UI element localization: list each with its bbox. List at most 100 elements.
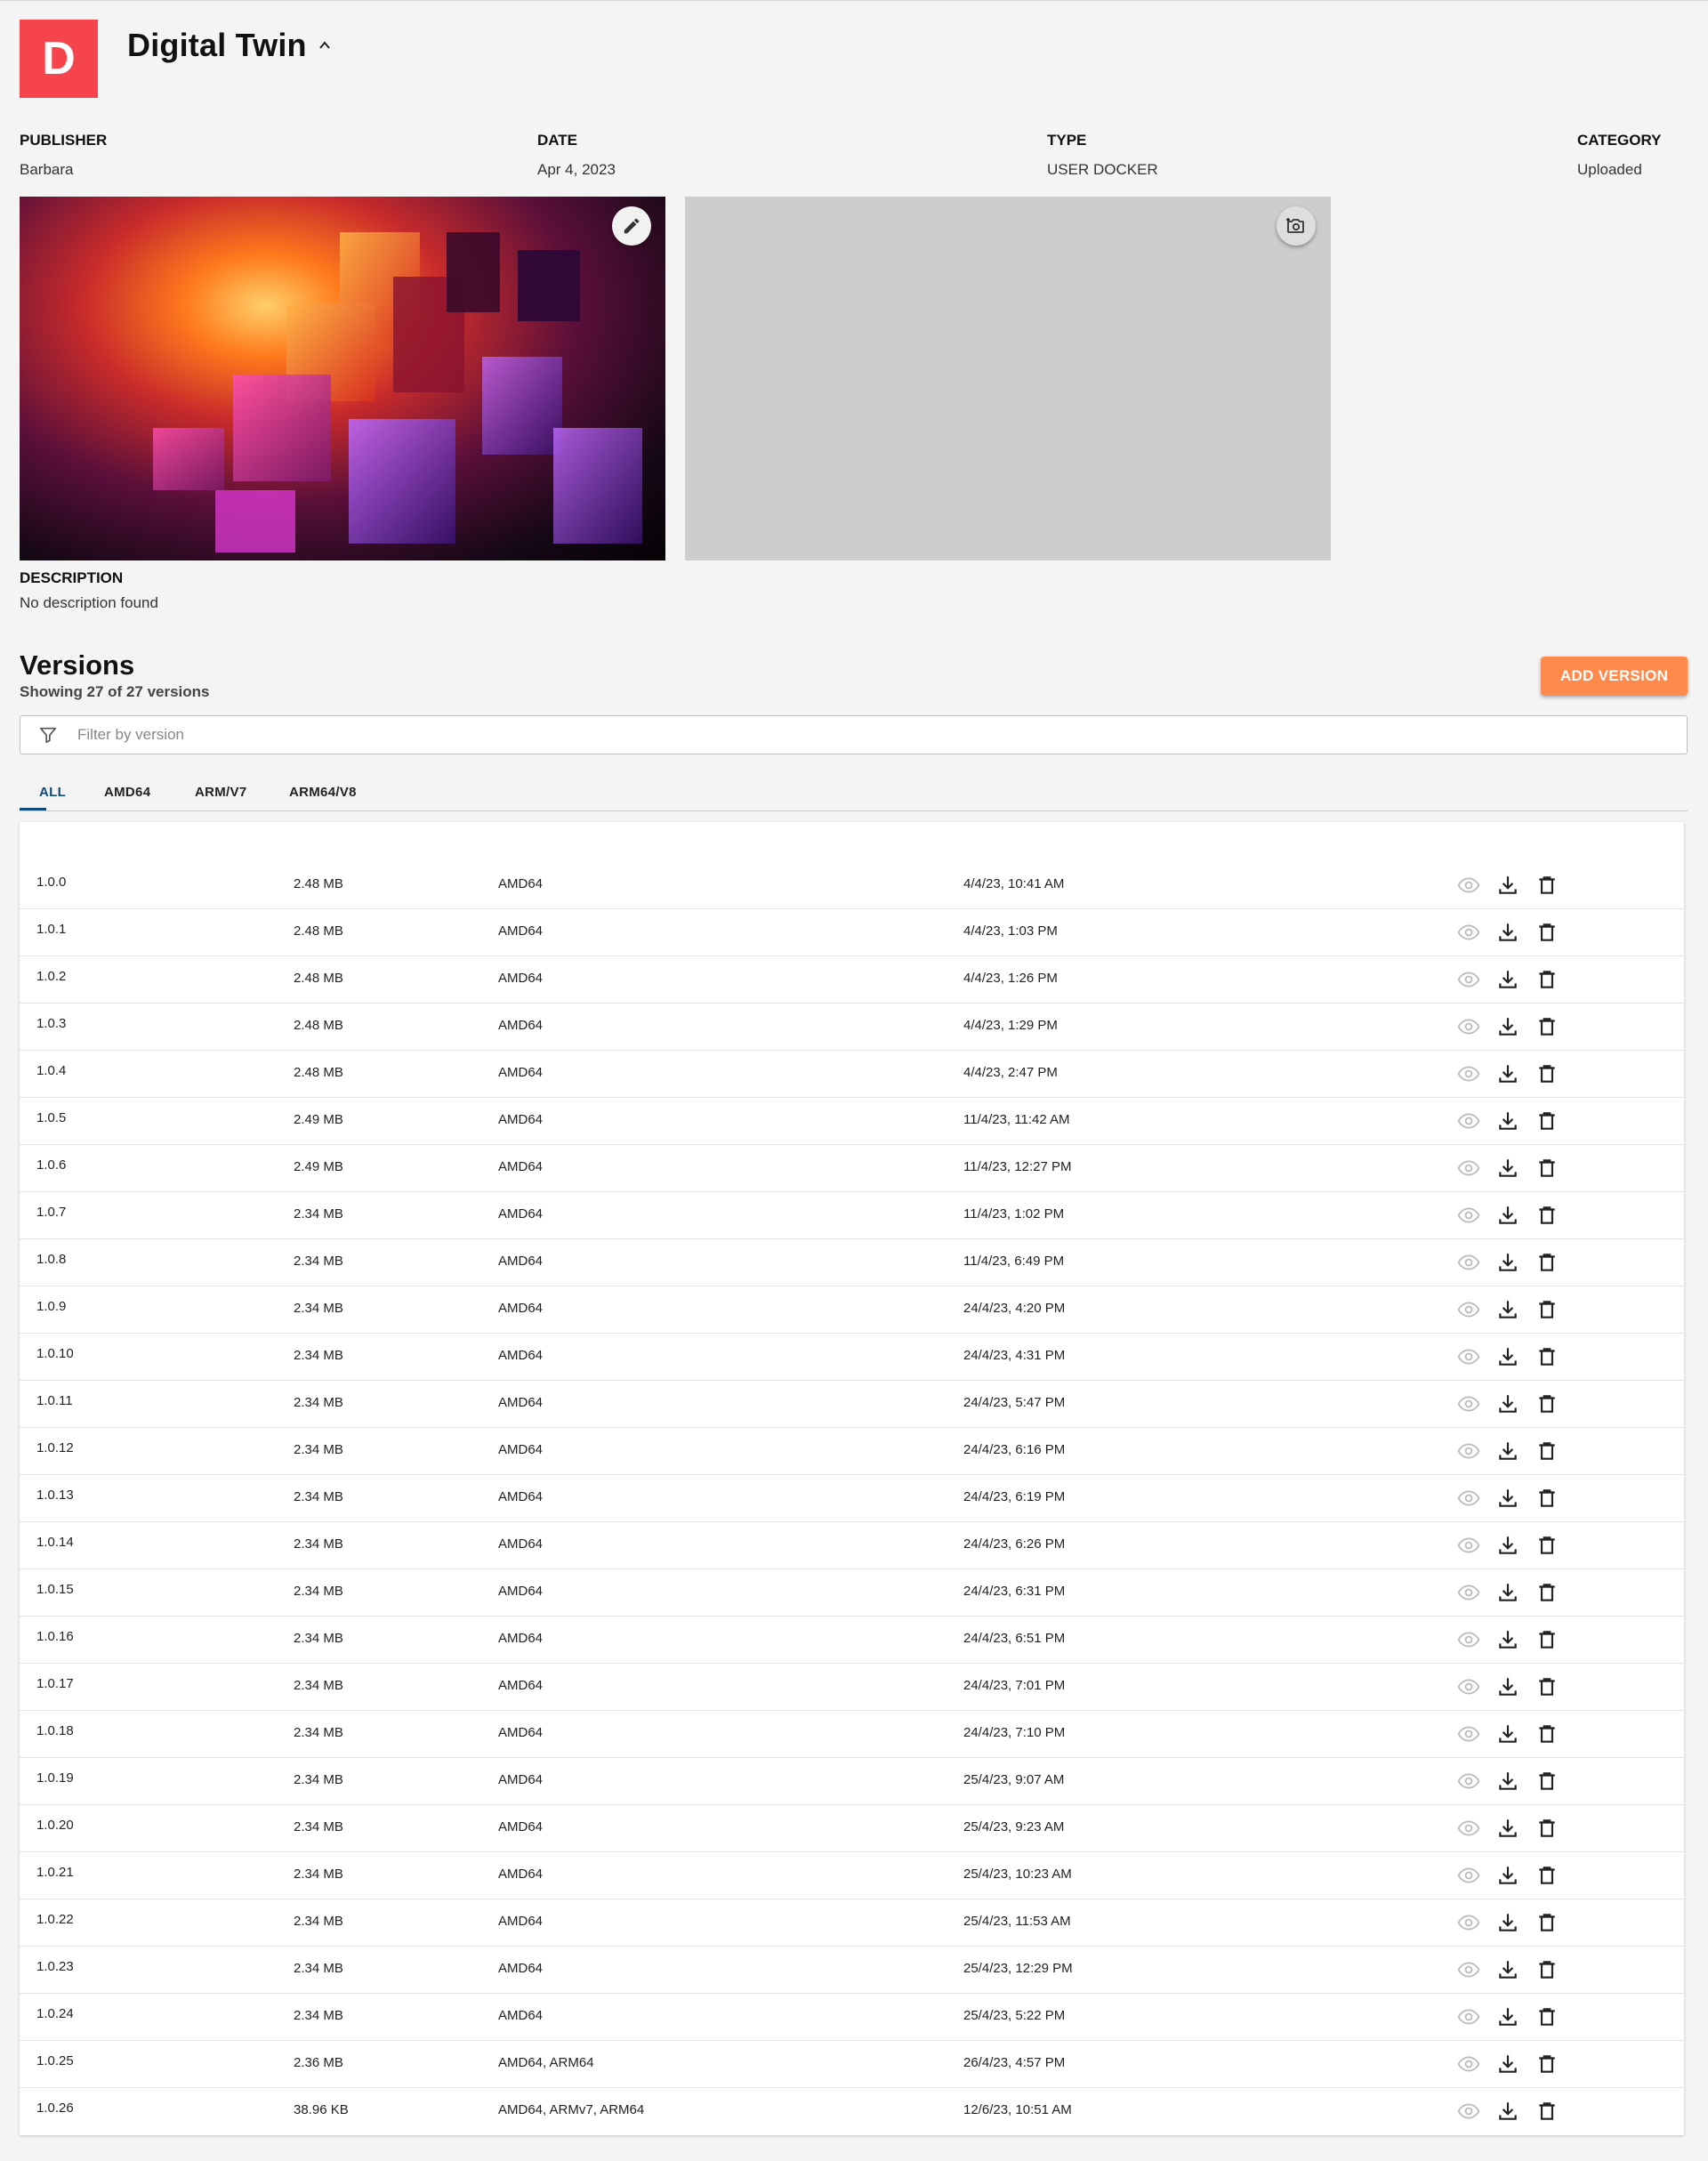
download-icon[interactable] bbox=[1496, 1675, 1519, 1698]
trash-icon[interactable] bbox=[1535, 1581, 1559, 1604]
trash-icon[interactable] bbox=[1535, 2052, 1559, 2076]
trash-icon[interactable] bbox=[1535, 1958, 1559, 1981]
add-image-button[interactable] bbox=[1277, 206, 1316, 246]
download-icon[interactable] bbox=[1496, 1911, 1519, 1934]
trash-icon[interactable] bbox=[1535, 2005, 1559, 2028]
version-cell: 1.0.16 bbox=[36, 1629, 74, 1644]
trash-icon[interactable] bbox=[1535, 1770, 1559, 1793]
type-label: TYPE bbox=[1047, 132, 1087, 149]
eye-icon[interactable] bbox=[1457, 1345, 1480, 1368]
eye-icon[interactable] bbox=[1457, 874, 1480, 897]
eye-icon[interactable] bbox=[1457, 1817, 1480, 1840]
eye-icon[interactable] bbox=[1457, 1392, 1480, 1415]
add-version-button[interactable]: ADD VERSION bbox=[1541, 657, 1688, 696]
download-icon[interactable] bbox=[1496, 1439, 1519, 1463]
eye-icon[interactable] bbox=[1457, 2100, 1480, 2123]
trash-icon[interactable] bbox=[1535, 2100, 1559, 2123]
eye-icon[interactable] bbox=[1457, 1109, 1480, 1133]
trash-icon[interactable] bbox=[1535, 1298, 1559, 1321]
download-icon[interactable] bbox=[1496, 921, 1519, 944]
download-icon[interactable] bbox=[1496, 1817, 1519, 1840]
date-cell: 26/4/23, 4:57 PM bbox=[963, 2055, 1066, 2070]
eye-icon[interactable] bbox=[1457, 1864, 1480, 1887]
version-cell: 1.0.11 bbox=[36, 1393, 73, 1408]
download-icon[interactable] bbox=[1496, 1392, 1519, 1415]
tab-arm-v7[interactable]: ARM/V7 bbox=[195, 785, 246, 800]
tab-amd64[interactable]: AMD64 bbox=[104, 785, 150, 800]
eye-icon[interactable] bbox=[1457, 1958, 1480, 1981]
download-icon[interactable] bbox=[1496, 1251, 1519, 1274]
eye-icon[interactable] bbox=[1457, 1015, 1480, 1038]
table-row: 1.0.10 2.34 MB AMD64 24/4/23, 4:31 PM bbox=[20, 1334, 1684, 1381]
download-icon[interactable] bbox=[1496, 1581, 1519, 1604]
trash-icon[interactable] bbox=[1535, 1817, 1559, 1840]
tab-all[interactable]: ALL bbox=[39, 785, 66, 800]
download-icon[interactable] bbox=[1496, 1157, 1519, 1180]
trash-icon[interactable] bbox=[1535, 1439, 1559, 1463]
eye-icon[interactable] bbox=[1457, 1722, 1480, 1746]
eye-icon[interactable] bbox=[1457, 1675, 1480, 1698]
eye-icon[interactable] bbox=[1457, 1298, 1480, 1321]
eye-icon[interactable] bbox=[1457, 968, 1480, 991]
eye-icon[interactable] bbox=[1457, 1770, 1480, 1793]
download-icon[interactable] bbox=[1496, 2005, 1519, 2028]
trash-icon[interactable] bbox=[1535, 1675, 1559, 1698]
eye-icon[interactable] bbox=[1457, 1062, 1480, 1085]
trash-icon[interactable] bbox=[1535, 1062, 1559, 1085]
eye-icon[interactable] bbox=[1457, 1251, 1480, 1274]
download-icon[interactable] bbox=[1496, 1062, 1519, 1085]
download-icon[interactable] bbox=[1496, 1722, 1519, 1746]
download-icon[interactable] bbox=[1496, 1015, 1519, 1038]
chevron-up-icon[interactable] bbox=[318, 39, 331, 52]
trash-icon[interactable] bbox=[1535, 1392, 1559, 1415]
architecture-cell: AMD64 bbox=[498, 1112, 544, 1127]
eye-icon[interactable] bbox=[1457, 2052, 1480, 2076]
eye-icon[interactable] bbox=[1457, 1628, 1480, 1651]
eye-icon[interactable] bbox=[1457, 1911, 1480, 1934]
eye-icon[interactable] bbox=[1457, 2005, 1480, 2028]
size-cell: 2.48 MB bbox=[294, 1018, 343, 1033]
download-icon[interactable] bbox=[1496, 1958, 1519, 1981]
trash-icon[interactable] bbox=[1535, 874, 1559, 897]
download-icon[interactable] bbox=[1496, 2052, 1519, 2076]
filter-input[interactable] bbox=[77, 726, 1590, 744]
eye-icon[interactable] bbox=[1457, 1157, 1480, 1180]
eye-icon[interactable] bbox=[1457, 1581, 1480, 1604]
download-icon[interactable] bbox=[1496, 968, 1519, 991]
download-icon[interactable] bbox=[1496, 1298, 1519, 1321]
trash-icon[interactable] bbox=[1535, 968, 1559, 991]
trash-icon[interactable] bbox=[1535, 1534, 1559, 1557]
eye-icon[interactable] bbox=[1457, 1487, 1480, 1510]
download-icon[interactable] bbox=[1496, 1487, 1519, 1510]
trash-icon[interactable] bbox=[1535, 1109, 1559, 1133]
trash-icon[interactable] bbox=[1535, 1864, 1559, 1887]
trash-icon[interactable] bbox=[1535, 1345, 1559, 1368]
eye-icon[interactable] bbox=[1457, 1204, 1480, 1227]
version-cell: 1.0.8 bbox=[36, 1252, 67, 1267]
trash-icon[interactable] bbox=[1535, 1487, 1559, 1510]
download-icon[interactable] bbox=[1496, 1204, 1519, 1227]
download-icon[interactable] bbox=[1496, 1345, 1519, 1368]
trash-icon[interactable] bbox=[1535, 1722, 1559, 1746]
trash-icon[interactable] bbox=[1535, 1251, 1559, 1274]
edit-image-button[interactable] bbox=[612, 206, 651, 246]
trash-icon[interactable] bbox=[1535, 921, 1559, 944]
download-icon[interactable] bbox=[1496, 1109, 1519, 1133]
download-icon[interactable] bbox=[1496, 1864, 1519, 1887]
download-icon[interactable] bbox=[1496, 874, 1519, 897]
eye-icon[interactable] bbox=[1457, 921, 1480, 944]
download-icon[interactable] bbox=[1496, 1628, 1519, 1651]
download-icon[interactable] bbox=[1496, 1770, 1519, 1793]
trash-icon[interactable] bbox=[1535, 1628, 1559, 1651]
trash-icon[interactable] bbox=[1535, 1204, 1559, 1227]
eye-icon[interactable] bbox=[1457, 1439, 1480, 1463]
eye-icon[interactable] bbox=[1457, 1534, 1480, 1557]
trash-icon[interactable] bbox=[1535, 1015, 1559, 1038]
cover-image bbox=[20, 197, 665, 560]
download-icon[interactable] bbox=[1496, 2100, 1519, 2123]
size-cell: 2.48 MB bbox=[294, 971, 343, 986]
tab-arm64-v8[interactable]: ARM64/V8 bbox=[289, 785, 357, 800]
trash-icon[interactable] bbox=[1535, 1911, 1559, 1934]
trash-icon[interactable] bbox=[1535, 1157, 1559, 1180]
download-icon[interactable] bbox=[1496, 1534, 1519, 1557]
